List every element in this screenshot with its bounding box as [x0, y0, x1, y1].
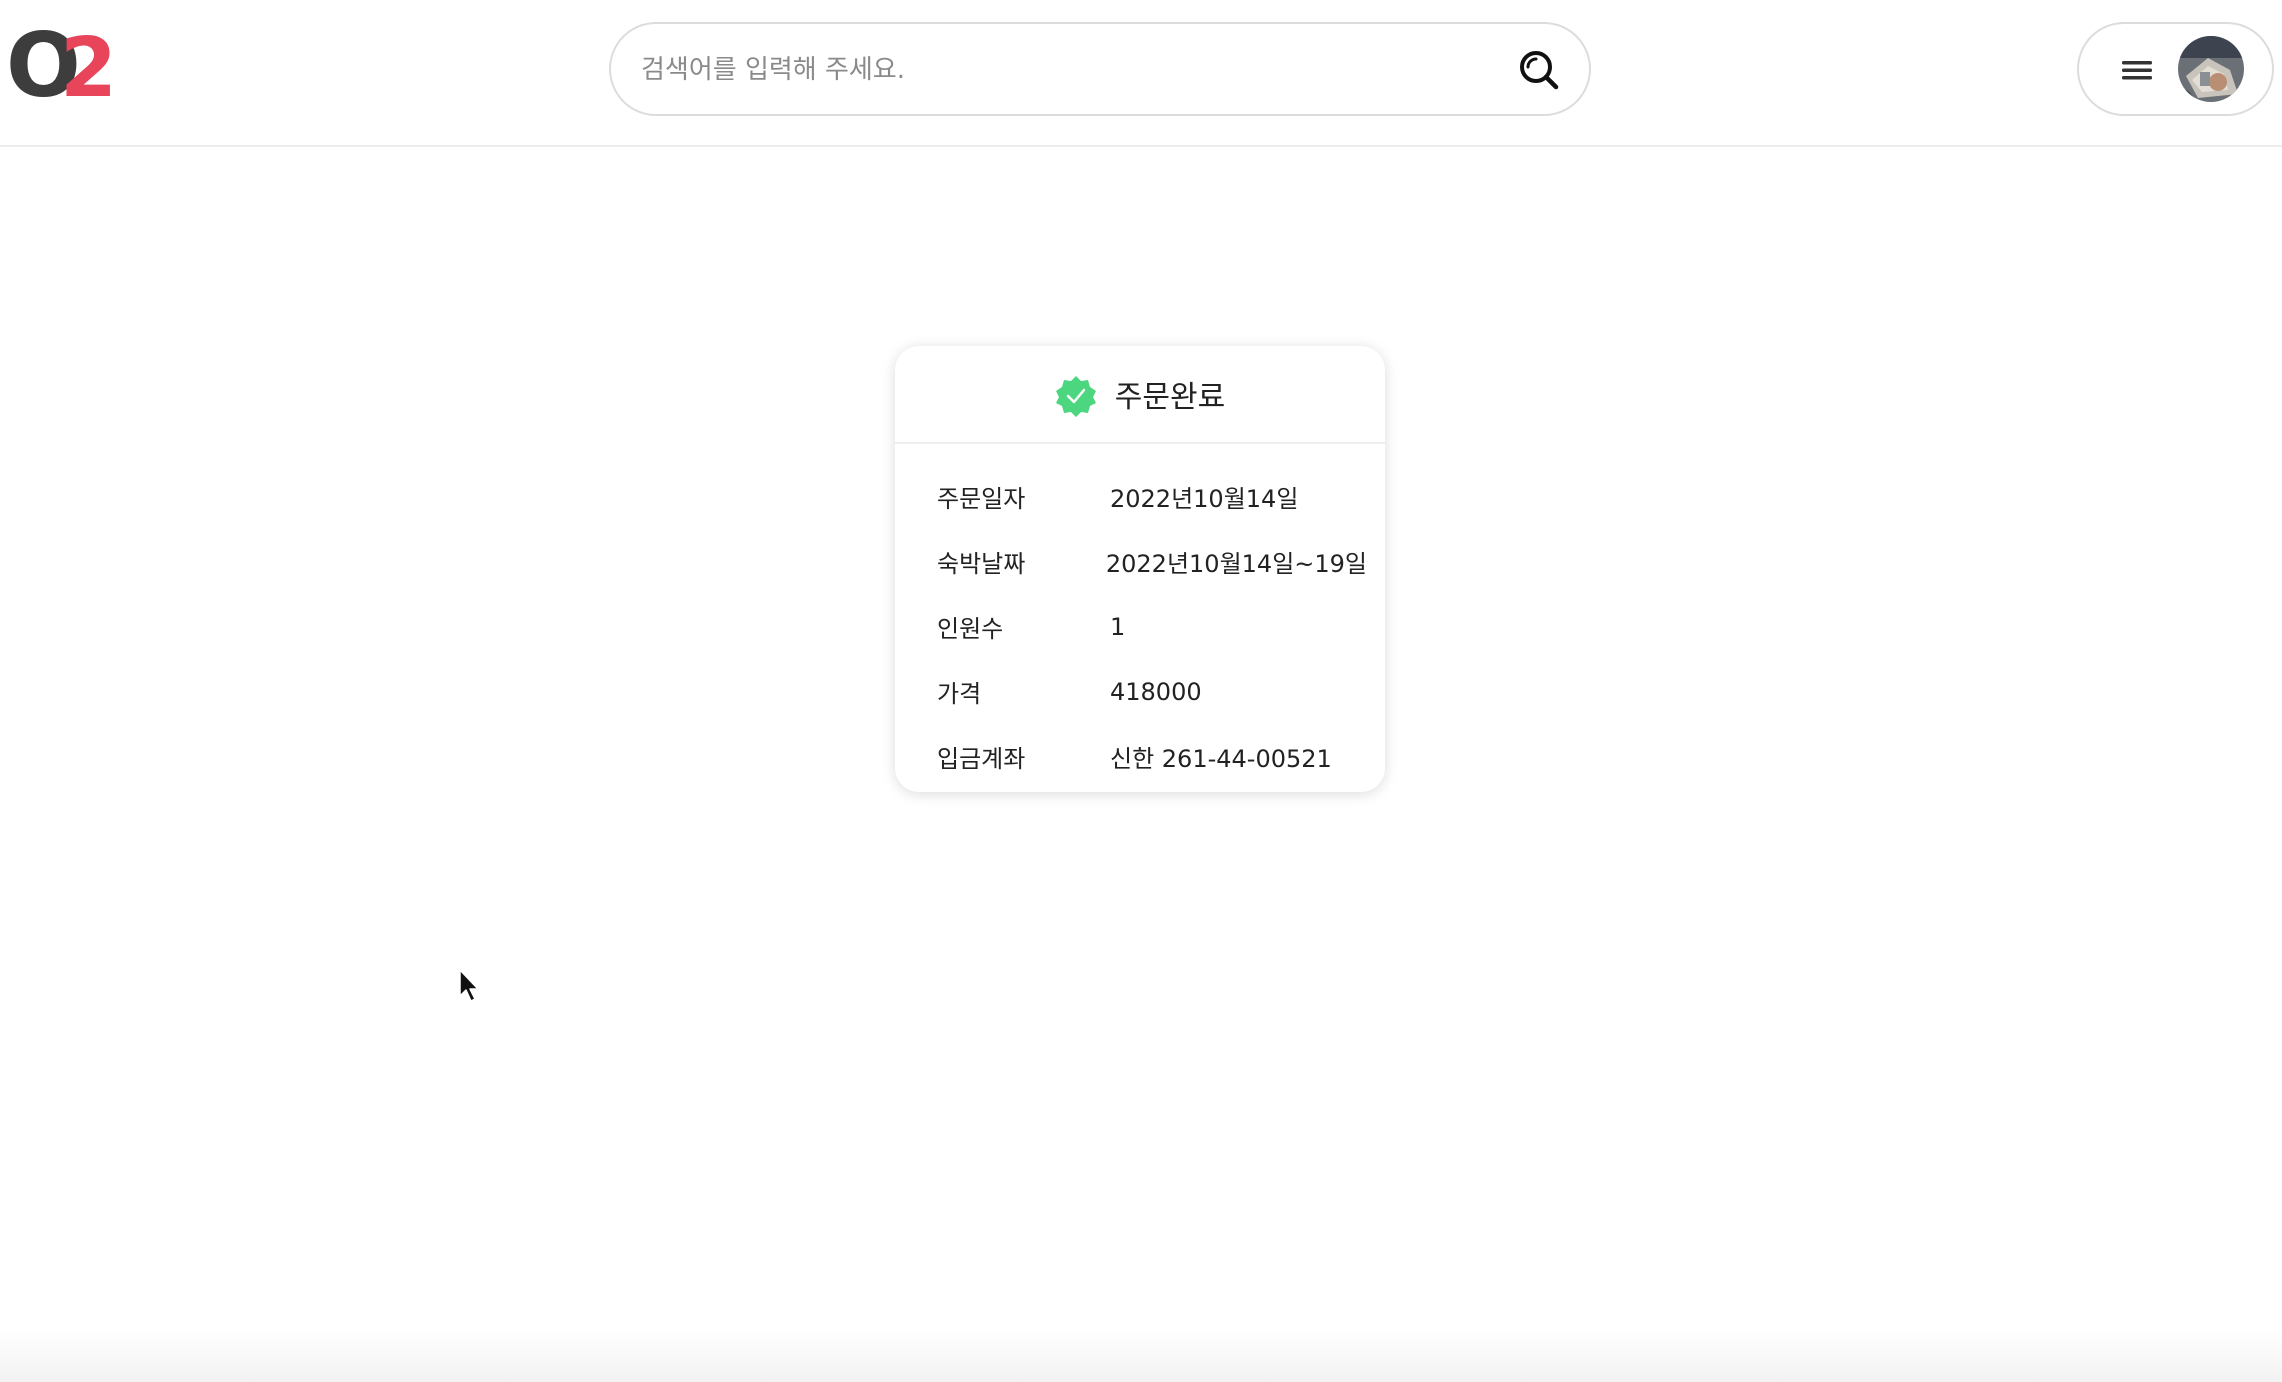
- stay-dates-row: 숙박날짜 2022년10월14일~19일: [937, 529, 1367, 594]
- user-menu-button[interactable]: [2077, 22, 2274, 116]
- price-row: 가격 418000: [937, 659, 1367, 724]
- order-complete-card: 주문완료 주문일자 2022년10월14일 숙박날짜 2022년10월14일~1…: [895, 346, 1385, 792]
- deposit-account-label: 입금계좌: [937, 745, 1026, 773]
- o2-logo[interactable]: O 2: [6, 14, 120, 117]
- verified-badge-icon: [1055, 376, 1096, 417]
- order-complete-title: 주문완료: [1114, 380, 1226, 415]
- guest-count-label: 인원수: [937, 615, 1004, 643]
- card-header: 주문완료: [895, 346, 1385, 444]
- deposit-account-row: 입금계좌 신한 261-44-00521: [937, 724, 1367, 789]
- price-value: 418000: [1110, 677, 1202, 706]
- order-details-list: 주문일자 2022년10월14일 숙박날짜 2022년10월14일~19일 인원…: [937, 464, 1367, 789]
- order-date-row: 주문일자 2022년10월14일: [937, 464, 1367, 529]
- order-date-value: 2022년10월14일: [1110, 485, 1299, 513]
- search-button[interactable]: [1511, 42, 1567, 98]
- price-label: 가격: [937, 680, 982, 708]
- search-bar: [609, 22, 1591, 116]
- deposit-account-value: 신한 261-44-00521: [1110, 745, 1332, 773]
- hamburger-menu-icon: [2122, 61, 2152, 80]
- guest-count-value: 1: [1110, 612, 1126, 641]
- logo-digit-2: 2: [60, 24, 117, 104]
- mouse-cursor-icon: [459, 969, 479, 1002]
- stay-dates-label: 숙박날짜: [937, 550, 1026, 578]
- search-input[interactable]: [639, 42, 1499, 98]
- search-icon: [1520, 51, 1559, 90]
- guest-count-row: 인원수 1: [937, 594, 1367, 659]
- order-date-label: 주문일자: [937, 485, 1026, 513]
- stay-dates-value: 2022년10월14일~19일: [1105, 550, 1367, 578]
- user-avatar[interactable]: [2178, 36, 2244, 102]
- top-header: O 2: [0, 0, 2282, 147]
- bottom-edge: [0, 1330, 2282, 1382]
